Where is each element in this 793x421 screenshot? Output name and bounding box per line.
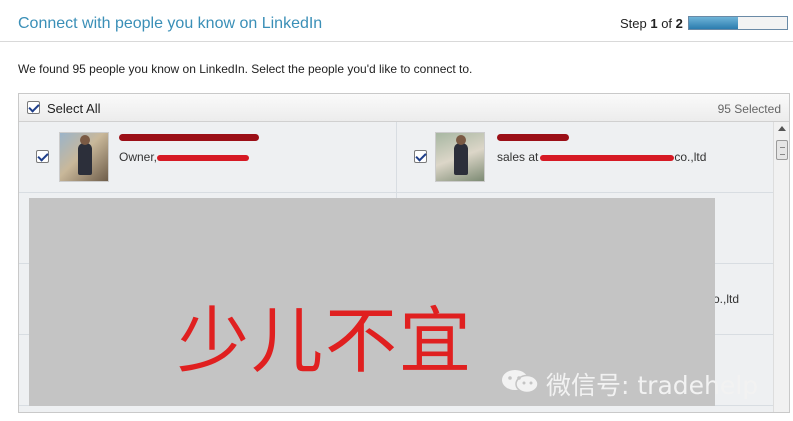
avatar-person — [454, 135, 468, 175]
step-prefix: Step — [620, 16, 651, 31]
redaction-mark — [540, 154, 675, 161]
avatar — [59, 132, 109, 182]
list-scrollbar[interactable] — [773, 122, 789, 412]
scroll-thumb[interactable] — [776, 140, 788, 160]
intro-text: We found 95 people you know on LinkedIn.… — [18, 62, 473, 76]
contact-card[interactable]: Owner, — [19, 122, 396, 192]
redaction-mark — [157, 154, 250, 161]
contact-checkbox[interactable] — [414, 150, 427, 163]
step-progress-bar — [688, 16, 788, 30]
step-current: 1 — [650, 16, 658, 31]
watermark-text: 微信号: tradehelp — [546, 371, 759, 400]
contact-headline-text: Owner, — [119, 150, 158, 164]
contact-headline-text: sales at — [497, 150, 539, 164]
page-header: Connect with people you know on LinkedIn… — [0, 0, 793, 42]
contact-row: Owner, sales at co.,ltd — [19, 122, 773, 193]
contact-headline: sales at co.,ltd — [497, 150, 706, 164]
select-all-label[interactable]: Select All — [47, 101, 100, 116]
page-title: Connect with people you know on LinkedIn — [18, 15, 323, 32]
step-indicator: Step 1 of 2 — [620, 16, 683, 31]
contact-name-redacted — [119, 134, 259, 141]
select-all-checkbox[interactable] — [27, 101, 40, 114]
step-total: 2 — [675, 16, 683, 31]
contact-headline-suffix: co.,ltd — [674, 150, 707, 164]
step-progress-fill — [689, 17, 738, 29]
contact-card[interactable]: sales at co.,ltd — [396, 122, 773, 192]
contact-checkbox[interactable] — [36, 150, 49, 163]
step-of: of — [657, 16, 676, 31]
wechat-icon — [502, 370, 539, 394]
overlay-text: 少儿不宜 — [177, 299, 474, 383]
select-all-bar: Select All 95 Selected — [19, 94, 789, 122]
contact-headline: Owner, — [119, 150, 250, 164]
avatar — [435, 132, 485, 182]
avatar-person — [78, 135, 92, 175]
contact-name-redacted — [497, 134, 569, 141]
selected-count: 95 Selected — [717, 102, 781, 116]
scroll-up-arrow-icon[interactable] — [778, 126, 786, 131]
